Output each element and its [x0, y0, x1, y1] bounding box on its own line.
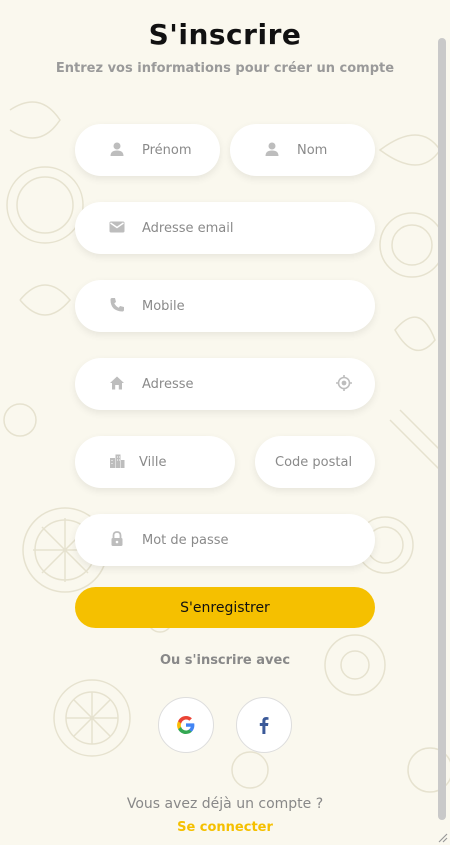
- scrollbar-thumb[interactable]: [438, 38, 446, 820]
- already-have-account-text: Vous avez déjà un compte ?: [126, 796, 324, 812]
- login-link[interactable]: Se connecter: [0, 820, 450, 835]
- first-name-input[interactable]: [75, 124, 220, 176]
- address-field: [75, 358, 375, 410]
- mail-icon: [108, 218, 126, 236]
- google-signup-button[interactable]: [158, 697, 214, 753]
- phone-icon: [108, 296, 126, 314]
- last-name-input[interactable]: [230, 124, 375, 176]
- lock-icon: [108, 530, 126, 548]
- google-icon: [177, 716, 195, 734]
- password-field: [75, 514, 375, 566]
- first-name-field: [75, 124, 220, 176]
- page-title: S'inscrire: [148, 18, 302, 51]
- signup-page: S'inscrire Entrez vos informations pour …: [0, 0, 450, 845]
- person-icon: [108, 140, 126, 158]
- postal-code-input[interactable]: [255, 436, 375, 488]
- scrollbar[interactable]: [438, 38, 446, 820]
- city-field: [75, 436, 235, 488]
- home-icon: [108, 374, 126, 392]
- facebook-icon: [259, 717, 269, 734]
- register-button[interactable]: S'enregistrer: [75, 587, 375, 628]
- social-signup-heading: Ou s'inscrire avec: [159, 653, 291, 668]
- facebook-signup-button[interactable]: [236, 697, 292, 753]
- mobile-field: [75, 280, 375, 332]
- locate-icon[interactable]: [335, 374, 353, 392]
- person-icon: [263, 140, 281, 158]
- page-subtitle: Entrez vos informations pour créer un co…: [55, 61, 395, 76]
- email-field: [75, 202, 375, 254]
- city-icon: [108, 452, 126, 470]
- resize-handle-icon[interactable]: [436, 831, 448, 843]
- city-input[interactable]: [75, 436, 235, 488]
- postal-code-field: [255, 436, 375, 488]
- last-name-field: [230, 124, 375, 176]
